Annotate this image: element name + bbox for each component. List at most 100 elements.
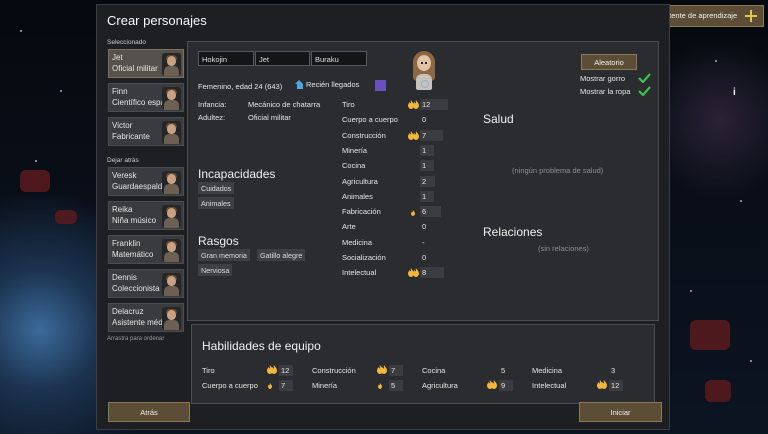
traits-title: Rasgos (198, 234, 239, 248)
relations-title: Relaciones (483, 225, 543, 239)
plus-icon (745, 10, 757, 22)
pawn-card-finn[interactable]: Finn Científico espacial (108, 83, 184, 112)
passion-flame-icon (377, 383, 383, 392)
nickname-input[interactable]: Jet (255, 51, 310, 66)
skill-label: Intelectual (342, 268, 377, 278)
drag-hint: Arrastra para ordenar (107, 336, 165, 342)
skill-value[interactable]: 7 (420, 129, 443, 141)
team-skill-value: 12 (279, 365, 293, 376)
pawn-portrait (162, 87, 181, 110)
skill-value[interactable]: 12 (420, 99, 448, 110)
team-skills-title: Habilidades de equipo (202, 339, 321, 353)
pawn-card-reika[interactable]: Reika Niña músico (108, 201, 184, 230)
pawn-portrait (162, 53, 181, 76)
back-button[interactable]: Atrás (108, 402, 190, 422)
skill-value[interactable]: 1 (420, 144, 434, 156)
page-title: Crear personajes (107, 13, 207, 28)
childhood-backstory[interactable]: Mecánico de chatarra (248, 100, 320, 109)
passion-flame-icon (413, 268, 419, 278)
faction-arrivals: Recién llegados (295, 80, 359, 89)
create-characters-window: Crear personajes Seleccionado Jet Oficia… (96, 4, 736, 430)
arrival-label: Recién llegados (306, 80, 360, 89)
character-summary: Femenino, edad 24 (643) (198, 82, 283, 91)
passion-flame-icon (267, 383, 273, 392)
pawn-portrait (162, 205, 181, 228)
skill-value[interactable]: 2 (420, 175, 435, 187)
start-button[interactable]: Iniciar (579, 402, 662, 422)
skill-label: Medicina (342, 237, 373, 247)
skill-label: Minería (342, 145, 368, 155)
skill-label: Arte (342, 222, 356, 232)
skill-value[interactable]: 0 (420, 221, 432, 232)
favorite-color-swatch[interactable] (375, 80, 386, 91)
team-skill-label: Cuerpo a cuerpo (202, 381, 258, 390)
randomize-button[interactable]: Aleatorio (581, 54, 637, 70)
team-skill-label: Intelectual (532, 381, 567, 390)
skill-value[interactable]: 1 (420, 190, 434, 202)
pawn-portrait (162, 307, 181, 330)
skill-label: Agricultura (342, 176, 378, 186)
selected-section-title: Seleccionado (107, 39, 147, 46)
team-skill-label: Medicina (532, 366, 563, 375)
passion-flame-icon (271, 365, 277, 374)
skill-value[interactable]: 6 (420, 206, 441, 218)
health-empty-text: (ningún problema de salud) (512, 166, 604, 175)
health-title: Salud (483, 112, 514, 126)
pawn-card-franklin[interactable]: Franklin Matemático (108, 235, 184, 264)
team-skill-value: 7 (389, 365, 403, 376)
team-skills-panel: Habilidades de equipo Tiro 12 Cuerpo a cue… (191, 324, 655, 404)
passion-flame-icon (381, 365, 387, 374)
trait-tag[interactable]: Gran memoria (198, 249, 250, 261)
left-behind-section-title: Dejar atrás (107, 157, 139, 164)
house-icon (295, 80, 304, 89)
skill-value[interactable]: 8 (420, 267, 444, 279)
skill-label: Cocina (342, 161, 366, 171)
passion-flame-icon (491, 380, 497, 389)
childhood-label: Infancia: (198, 100, 227, 109)
pawn-portrait (162, 171, 181, 194)
last-name-input[interactable]: Buraku (311, 51, 367, 66)
skill-label: Construcción (342, 130, 386, 140)
skill-label: Fabricación (342, 207, 381, 217)
passion-flame-icon (413, 100, 419, 109)
team-skill-label: Minería (312, 381, 338, 390)
team-skill-value: 3 (611, 366, 616, 375)
toggle-label-hat: Mostrar gorro (580, 74, 626, 83)
team-skill-value: 9 (499, 380, 513, 391)
adulthood-label: Adultez: (198, 113, 226, 122)
team-skill-value: 12 (609, 380, 623, 391)
check-icon[interactable] (638, 86, 651, 96)
skill-value[interactable]: 0 (420, 252, 432, 263)
adulthood-backstory[interactable]: Oficial militar (248, 113, 291, 122)
passion-flame-icon (601, 380, 607, 389)
relations-empty-text: (sin relaciones) (538, 244, 589, 253)
pawn-card-dennis[interactable]: Dennis Coleccionista (108, 269, 184, 298)
check-icon[interactable] (638, 73, 651, 83)
pawn-card-delacruz[interactable]: Delacruz Asistente médico (108, 303, 184, 332)
team-skill-value: 5 (389, 380, 403, 391)
skill-label: Animales (342, 191, 373, 201)
info-icon[interactable]: i (733, 87, 739, 98)
toggle-label-clothes: Mostrar la ropa (580, 87, 631, 96)
pawn-card-victor[interactable]: Victor Fabricante (108, 117, 184, 146)
skill-label: Socialización (342, 253, 386, 262)
incapable-tag[interactable]: Animales (198, 197, 234, 209)
team-skill-label: Cocina (422, 366, 446, 375)
incapable-tag[interactable]: Cuidados (198, 182, 235, 194)
team-skill-label: Tiro (202, 366, 215, 375)
team-skill-label: Agricultura (422, 381, 458, 390)
pawn-card-veresk[interactable]: Veresk Guardaespalda (108, 167, 184, 196)
skill-value[interactable]: 0 (420, 114, 432, 125)
trait-tag[interactable]: Gatillo alegre (257, 249, 306, 261)
trait-tag[interactable]: Nerviosa (198, 264, 233, 276)
skill-value[interactable]: - (420, 237, 432, 248)
pawn-card-jet[interactable]: Jet Oficial militar (108, 49, 184, 78)
team-skill-label: Construcción (312, 366, 356, 375)
skill-value[interactable]: 1 (420, 160, 434, 172)
team-skill-value: 7 (279, 380, 293, 391)
first-name-input[interactable]: Hokojin (198, 51, 254, 66)
pawn-portrait (162, 121, 181, 144)
character-portrait (412, 50, 436, 94)
passion-flame-icon (410, 210, 416, 219)
team-skill-value: 5 (501, 366, 506, 375)
